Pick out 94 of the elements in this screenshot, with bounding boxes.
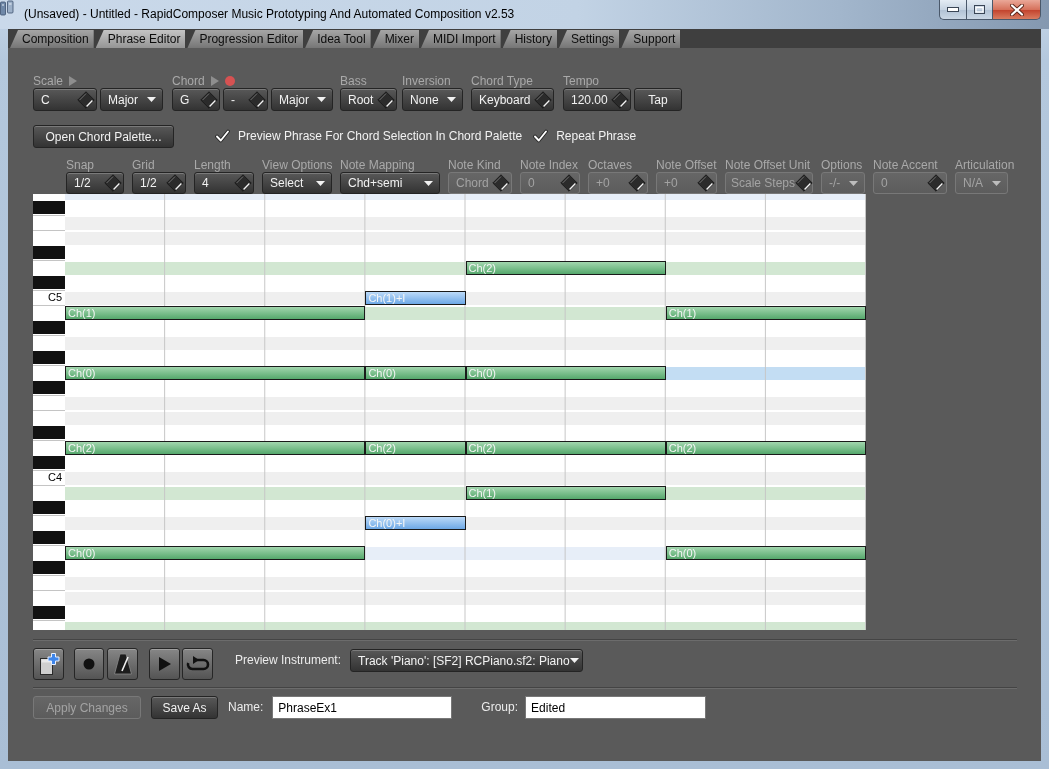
toolbar-button[interactable] [149, 648, 180, 680]
spin-box[interactable]: 120.00 [563, 88, 631, 111]
caret-icon [317, 97, 326, 102]
spin-arrows-icon [77, 90, 95, 109]
field-label: Preview Instrument: [235, 652, 342, 669]
window-title: (Unsaved) - Untitled - RapidComposer Music Prototyping And Automated Composition v2.53 [24, 7, 515, 22]
spin-arrows-icon [248, 90, 266, 109]
spin-arrows-icon [697, 174, 715, 192]
spin-arrows-icon [927, 174, 945, 192]
spin-box[interactable]: C [33, 88, 97, 111]
tab[interactable]: History [502, 30, 557, 48]
minimize-button[interactable] [939, 0, 966, 20]
tab[interactable]: MIDI Import [420, 30, 501, 48]
field-label: Articulation [955, 157, 1015, 172]
spin-arrows-icon [628, 174, 646, 192]
spin-arrows-icon [166, 174, 184, 192]
caret-icon [447, 97, 456, 102]
tab[interactable]: Phrase Editor [95, 30, 186, 48]
close-icon [1009, 3, 1024, 16]
spin-arrows-icon [611, 90, 629, 109]
tab[interactable]: Support [621, 30, 681, 48]
dropdown[interactable]: Track 'Piano': [SF2] RCPiano.sf2: Piano [350, 649, 584, 672]
toolbar-button[interactable] [33, 648, 64, 680]
dropdown[interactable]: Select [262, 172, 332, 194]
caret-icon [424, 180, 433, 186]
spin-box[interactable]: 1/2 [132, 172, 186, 194]
spin-arrows-icon [534, 90, 552, 109]
caret-icon [992, 180, 1001, 186]
field-label: Snap [66, 157, 95, 172]
caret-icon [316, 180, 325, 186]
spin-arrows-icon [200, 90, 218, 109]
field-label: Chord [172, 74, 205, 88]
spin-box[interactable]: G [172, 88, 220, 111]
spin-box[interactable]: 4 [194, 172, 254, 194]
toolbar-button[interactable] [74, 648, 104, 680]
minimize-icon [947, 7, 959, 12]
maximize-icon [974, 5, 985, 14]
spin-arrows-icon [795, 174, 814, 192]
field-label: Name: [228, 700, 264, 715]
spin-box[interactable]: 1/2 [66, 172, 124, 194]
tab[interactable]: Composition [10, 30, 94, 48]
checkbox[interactable]: Repeat Phrase [533, 129, 637, 144]
checkbox[interactable]: Preview Phrase For Chord Selection In Chord Palette [215, 129, 523, 144]
field-label: Grid [132, 157, 155, 172]
spin-arrows-icon [560, 174, 578, 192]
spin-box[interactable]: Root [340, 88, 397, 111]
field-label: Note Accent [873, 157, 938, 172]
field-label: Bass [340, 74, 367, 88]
button[interactable]: Tap [634, 88, 682, 111]
field-label: Options [821, 157, 863, 172]
field-label: Inversion [402, 74, 451, 88]
record-icon [83, 658, 95, 670]
field-label: Length [194, 157, 231, 172]
spin-box[interactable]: - [223, 88, 268, 111]
field-label: Note Kind [448, 157, 501, 172]
text-field[interactable]: Edited [525, 696, 707, 719]
button[interactable]: Open Chord Palette... [33, 125, 174, 148]
app-icon [0, 0, 14, 16]
dropdown[interactable]: Major [271, 88, 333, 111]
field-label: Note Offset [656, 157, 717, 172]
spin-arrows-icon [377, 90, 395, 109]
caret-icon [849, 180, 858, 186]
field-label: Chord Type [471, 74, 533, 88]
dropdown[interactable]: Chd+semi [340, 172, 440, 194]
tab[interactable]: Settings [559, 30, 620, 48]
spin-arrows-icon [104, 174, 122, 192]
tab[interactable]: Progression Editor [187, 30, 304, 48]
field-label: Tempo [563, 74, 600, 88]
dropdown[interactable]: Major [100, 88, 163, 111]
field-label: Note Index [520, 157, 579, 172]
field-label: View Options [262, 157, 333, 172]
dropdown[interactable]: None [402, 88, 463, 111]
field-label: Note Offset Unit [725, 157, 811, 172]
metronome-icon [113, 653, 132, 675]
caret-icon [147, 97, 156, 102]
tab[interactable]: Idea Tool [305, 30, 371, 48]
field-label: Note Mapping [340, 157, 415, 172]
caret-icon [569, 658, 579, 663]
maximize-button[interactable] [966, 0, 993, 20]
page-plus-icon [37, 652, 60, 676]
spin-arrows-icon [234, 174, 252, 192]
text-field[interactable]: PhraseEx1 [272, 696, 453, 719]
tab[interactable]: Mixer [372, 30, 419, 48]
toolbar-button[interactable] [107, 648, 138, 680]
toolbar-button[interactable] [182, 648, 213, 680]
field-label: Scale [33, 74, 64, 88]
play-icon [158, 657, 171, 671]
close-button[interactable] [993, 0, 1041, 20]
spin-box[interactable]: Keyboard [471, 88, 554, 111]
spin-arrows-icon [492, 174, 510, 192]
field-label: Octaves [588, 157, 632, 172]
loop-icon [184, 656, 211, 672]
field-label: Group: [481, 700, 519, 715]
button[interactable]: Save As [151, 696, 218, 719]
